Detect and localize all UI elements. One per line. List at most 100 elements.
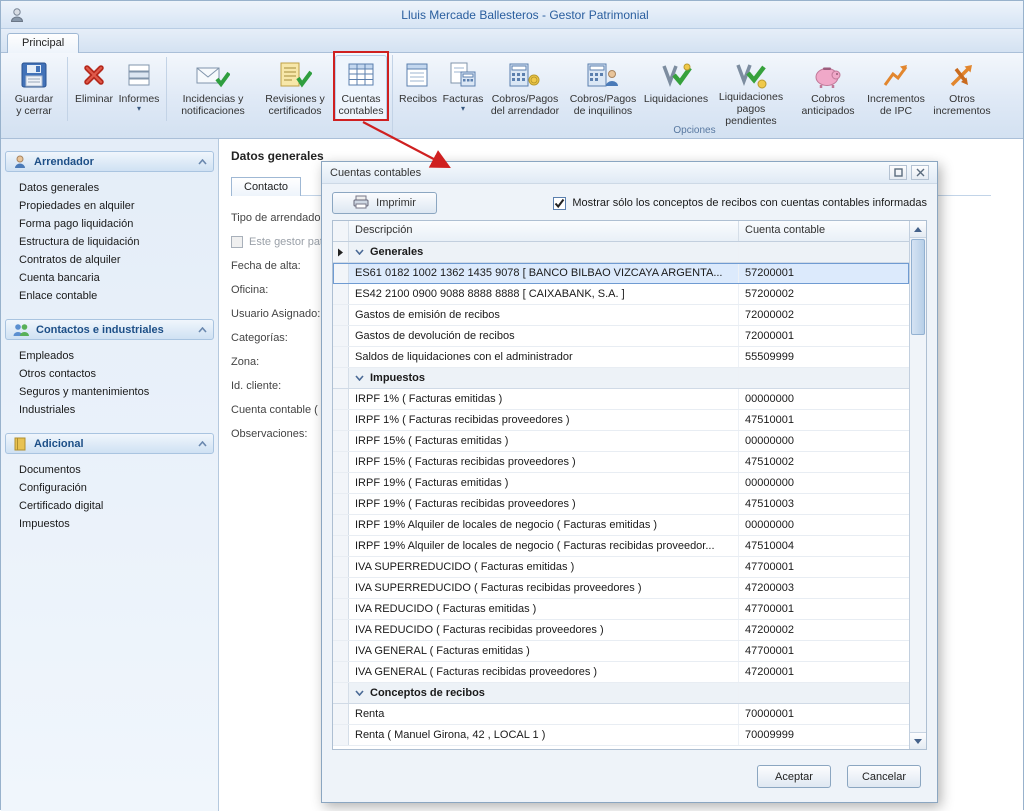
- restore-window-button[interactable]: [889, 165, 907, 180]
- checkbox-disabled[interactable]: [231, 236, 243, 248]
- grid-row[interactable]: IVA REDUCIDO ( Facturas emitidas )477000…: [333, 599, 909, 620]
- ribbon-button-revisiones-y-certificados[interactable]: Revisiones y certificados: [255, 55, 335, 121]
- scroll-thumb[interactable]: [911, 239, 925, 335]
- ribbon-button-eliminar[interactable]: Eliminar: [72, 55, 116, 121]
- grid-row[interactable]: IVA SUPERREDUCIDO ( Facturas recibidas p…: [333, 578, 909, 599]
- ribbon-separator: [67, 57, 68, 121]
- ribbon-button-cuentas-contables[interactable]: Cuentas contables: [335, 55, 387, 121]
- printer-icon: [353, 195, 369, 212]
- grid-row[interactable]: IVA GENERAL ( Facturas recibidas proveed…: [333, 662, 909, 683]
- grid-group-row-conceptos-de-recibos[interactable]: Conceptos de recibos: [333, 683, 909, 704]
- ribbon-button-cobros-pagos-del-arrendador[interactable]: Cobros/Pagos del arrendador: [486, 55, 564, 121]
- grid-row[interactable]: IRPF 1% ( Facturas recibidas proveedores…: [333, 410, 909, 431]
- grid-group-row-impuestos[interactable]: Impuestos: [333, 368, 909, 389]
- sidebar-item-enlace-contable[interactable]: Enlace contable: [1, 287, 218, 305]
- sidebar-item-datos-generales[interactable]: Datos generales: [1, 179, 218, 197]
- grid-row[interactable]: IRPF 19% ( Facturas emitidas )00000000: [333, 473, 909, 494]
- ribbon-button-incidencias-y-notificaciones[interactable]: Incidencias y notificaciones: [171, 55, 255, 121]
- cell-descripcion: Saldos de liquidaciones con el administr…: [349, 347, 739, 367]
- grid-row[interactable]: Renta70000001: [333, 704, 909, 725]
- sidebar-group-header-adicional[interactable]: Adicional: [5, 433, 214, 454]
- grid-row[interactable]: IRPF 1% ( Facturas emitidas )00000000: [333, 389, 909, 410]
- grid-group-row-generales[interactable]: Generales: [333, 242, 909, 263]
- grid-row[interactable]: IRPF 15% ( Facturas emitidas )00000000: [333, 431, 909, 452]
- ribbon-button-facturas[interactable]: Facturas▾: [440, 55, 486, 121]
- sidebar-item-propiedades-en-alquiler[interactable]: Propiedades en alquiler: [1, 197, 218, 215]
- save-icon: [19, 59, 49, 91]
- piggy-bank-icon: [812, 59, 844, 91]
- ribbon-button-informes[interactable]: Informes▾: [116, 55, 162, 121]
- grid-row[interactable]: Saldos de liquidaciones con el administr…: [333, 347, 909, 368]
- chevron-down-icon[interactable]: [355, 375, 364, 381]
- grid-row[interactable]: IRPF 19% Alquiler de locales de negocio …: [333, 536, 909, 557]
- column-header-cuenta-contable[interactable]: Cuenta contable: [739, 221, 909, 241]
- ribbon-button-cobros-pagos-de-inquilinos[interactable]: Cobros/Pagos de inquilinos: [564, 55, 642, 121]
- cell-descripcion: Gastos de emisión de recibos: [349, 305, 739, 325]
- ribbon-button-otros-incrementos[interactable]: Otros incrementos: [928, 55, 996, 121]
- sidebar-item-industriales[interactable]: Industriales: [1, 401, 218, 419]
- cancel-button[interactable]: Cancelar: [847, 765, 921, 788]
- cell-cuenta-contable: 72000002: [739, 305, 909, 325]
- grid-row[interactable]: IVA SUPERREDUCIDO ( Facturas emitidas )4…: [333, 557, 909, 578]
- ribbon-button-recibos[interactable]: Recibos: [396, 55, 440, 121]
- cell-cuenta-contable: 55509999: [739, 347, 909, 367]
- grid-row[interactable]: Renta ( Manuel Girona, 42 , LOCAL 1 )700…: [333, 725, 909, 746]
- grid-row[interactable]: ES61 0182 1002 1362 1435 9078 [ BANCO BI…: [333, 263, 909, 284]
- sidebar-group-contactos-e-industriales: Contactos e industriales EmpleadosOtros …: [1, 319, 218, 429]
- tab-contacto[interactable]: Contacto: [231, 177, 301, 196]
- grid-rows: GeneralesES61 0182 1002 1362 1435 9078 […: [333, 242, 909, 749]
- vertical-scrollbar[interactable]: [909, 221, 926, 749]
- sidebar-item-estructura-de-liquidación[interactable]: Estructura de liquidación: [1, 233, 218, 251]
- cell-descripcion: ES42 2100 0900 9088 8888 8888 [ CAIXABAN…: [349, 284, 739, 304]
- sidebar-group-header-contactos-e-industriales[interactable]: Contactos e industriales: [5, 319, 214, 340]
- sidebar-item-impuestos[interactable]: Impuestos: [1, 515, 218, 533]
- app-window: Lluis Mercade Ballesteros - Gestor Patri…: [0, 0, 1024, 810]
- cell-cuenta-contable: 47200002: [739, 620, 909, 640]
- scroll-down-button[interactable]: [910, 732, 926, 749]
- tab-principal[interactable]: Principal: [7, 33, 79, 53]
- grid-row[interactable]: Gastos de devolución de recibos72000001: [333, 326, 909, 347]
- row-indicator: [333, 347, 349, 367]
- ribbon-tabstrip: Principal: [1, 29, 1023, 53]
- sidebar-item-empleados[interactable]: Empleados: [1, 347, 218, 365]
- sidebar-item-cuenta-bancaria[interactable]: Cuenta bancaria: [1, 269, 218, 287]
- row-indicator: [333, 368, 349, 388]
- grid-row[interactable]: IRPF 19% ( Facturas recibidas proveedore…: [333, 494, 909, 515]
- sidebar-item-contratos-de-alquiler[interactable]: Contratos de alquiler: [1, 251, 218, 269]
- sidebar-item-forma-pago-liquidación[interactable]: Forma pago liquidación: [1, 215, 218, 233]
- grid-row[interactable]: ES42 2100 0900 9088 8888 8888 [ CAIXABAN…: [333, 284, 909, 305]
- grid-row[interactable]: IRPF 19% Alquiler de locales de negocio …: [333, 515, 909, 536]
- sidebar-item-otros-contactos[interactable]: Otros contactos: [1, 365, 218, 383]
- scroll-up-button[interactable]: [910, 221, 926, 238]
- row-indicator: [333, 494, 349, 514]
- cell-cuenta-contable: 47510003: [739, 494, 909, 514]
- grid-row[interactable]: IVA REDUCIDO ( Facturas recibidas provee…: [333, 620, 909, 641]
- ribbon-button-incrementos-de-ipc[interactable]: Incrementos de IPC: [864, 55, 928, 121]
- dialog-title-bar[interactable]: Cuentas contables: [322, 162, 937, 184]
- accept-button[interactable]: Aceptar: [757, 765, 831, 788]
- column-header-descripcion[interactable]: Descripción: [349, 221, 739, 241]
- sidebar-item-configuración[interactable]: Configuración: [1, 479, 218, 497]
- ribbon-button-guardar-y-cerrar[interactable]: Guardar y cerrar: [5, 55, 63, 121]
- chevron-down-icon[interactable]: [355, 690, 364, 696]
- print-button[interactable]: Imprimir: [332, 192, 437, 214]
- ribbon-button-liquidaciones-pagos-pendientes[interactable]: Liquidaciones pagos pendientes: [710, 55, 792, 121]
- liquidations-pending-icon: [734, 59, 768, 89]
- chevron-down-icon[interactable]: [355, 249, 364, 255]
- arrow-down-icon: [914, 739, 922, 744]
- sidebar-item-certificado-digital[interactable]: Certificado digital: [1, 497, 218, 515]
- grid-row[interactable]: IRPF 15% ( Facturas recibidas proveedore…: [333, 452, 909, 473]
- grid-row[interactable]: IVA GENERAL ( Facturas emitidas )4770000…: [333, 641, 909, 662]
- ribbon-button-liquidaciones[interactable]: Liquidaciones: [642, 55, 710, 121]
- filter-checkbox[interactable]: [553, 197, 566, 210]
- grid-row[interactable]: Gastos de emisión de recibos72000002: [333, 305, 909, 326]
- row-indicator: [333, 725, 349, 745]
- row-indicator: [333, 410, 349, 430]
- sidebar-group-header-arrendador[interactable]: Arrendador: [5, 151, 214, 172]
- ribbon-button-cobros-anticipados[interactable]: Cobros anticipados: [792, 55, 864, 121]
- sidebar-item-documentos[interactable]: Documentos: [1, 461, 218, 479]
- row-indicator: [333, 557, 349, 577]
- sidebar-group-arrendador: Arrendador Datos generalesPropiedades en…: [1, 151, 218, 315]
- close-window-button[interactable]: [911, 165, 929, 180]
- sidebar-item-seguros-y-mantenimientos[interactable]: Seguros y mantenimientos: [1, 383, 218, 401]
